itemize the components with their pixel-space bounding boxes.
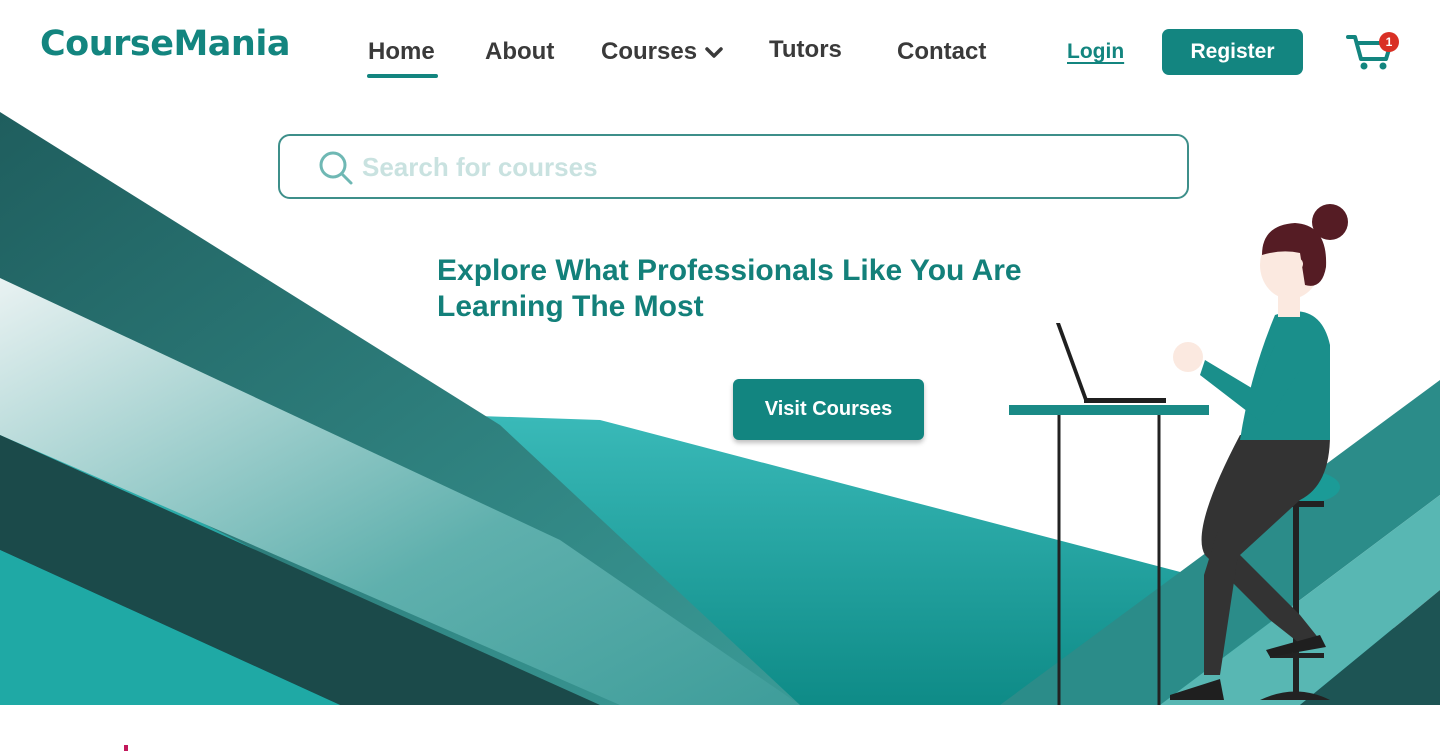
nav-item-courses[interactable]: Courses [601,38,723,66]
chevron-down-icon [705,47,723,58]
login-link[interactable]: Login [1067,40,1124,64]
hero-headline: Explore What Professionals Like You Are … [437,254,1022,323]
brand-logo[interactable]: CourseMania [40,24,290,64]
nav-item-courses-label: Courses [601,38,698,65]
cart-count-badge: 1 [1379,32,1399,52]
nav-item-home[interactable]: Home [368,38,435,66]
nav-item-about[interactable]: About [485,38,554,66]
nav-item-contact[interactable]: Contact [897,38,986,66]
register-button[interactable]: Register [1162,29,1303,75]
search-icon[interactable] [318,150,354,186]
footer-accent-mark [124,745,128,751]
active-nav-underline [367,74,438,78]
woman-at-laptop-illustration [1009,204,1348,705]
nav-item-tutors[interactable]: Tutors [769,36,842,64]
search-input[interactable] [362,146,1162,188]
search-bar [278,134,1189,199]
visit-courses-button[interactable]: Visit Courses [733,379,924,440]
